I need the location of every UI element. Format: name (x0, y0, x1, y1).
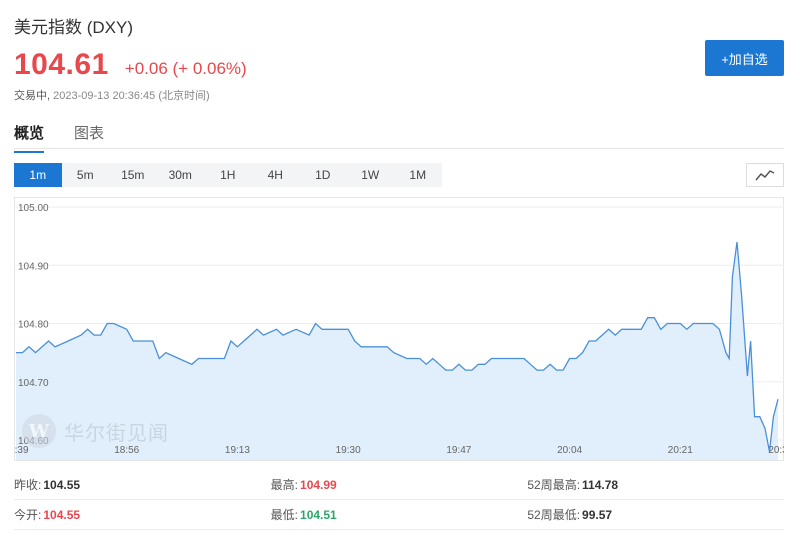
last-price: 104.61 (14, 48, 109, 81)
add-to-watchlist-button[interactable]: +加自选 (705, 40, 784, 76)
stats-row: 昨收: 104.55 最高: 104.99 52周最高: 114.78 (14, 470, 784, 500)
stat-value: 104.55 (43, 478, 81, 492)
stat-value: 104.51 (300, 508, 337, 522)
stat-label: 昨收: (14, 478, 42, 492)
range-1m[interactable]: 1m (14, 163, 62, 187)
stat-52w-high: 52周最高: 114.78 (527, 476, 784, 493)
range-1w[interactable]: 1W (347, 163, 395, 187)
time-range-selector: 1m 5m 15m 30m 1H 4H 1D 1W 1M (14, 163, 442, 187)
stat-label: 52周最高: (527, 478, 581, 492)
range-1d[interactable]: 1D (299, 163, 347, 187)
tabs-divider (14, 148, 784, 149)
range-1mo[interactable]: 1M (394, 163, 442, 187)
y-tick-label: 104.90 (18, 261, 49, 272)
stat-label: 最高: (270, 478, 299, 492)
stat-low: 最低: 104.51 (271, 506, 528, 523)
range-5m[interactable]: 5m (62, 163, 110, 187)
stat-value: 99.57 (582, 508, 613, 522)
stat-label: 今开: (14, 508, 42, 522)
stat-high: 最高: 104.99 (271, 476, 528, 493)
trading-state: 交易中, (14, 90, 51, 102)
range-15m[interactable]: 15m (109, 163, 157, 187)
x-tick-label: 20:3 (768, 445, 784, 456)
stat-52w-low: 52周最低: 99.57 (527, 506, 784, 523)
stat-prev-close: 昨收: 104.55 (14, 476, 271, 493)
x-tick-label: 20:04 (557, 445, 582, 456)
x-tick-label: 19:47 (446, 445, 471, 456)
chart-type-button[interactable] (746, 163, 784, 187)
x-tick-label: 20:21 (668, 445, 693, 456)
x-tick-label: 19:13 (225, 445, 250, 456)
y-tick-label: 104.70 (18, 378, 49, 389)
stat-open: 今开: 104.55 (14, 506, 271, 523)
price-row: 104.61 +0.06 (+ 0.06%) (14, 48, 247, 82)
range-4h[interactable]: 4H (252, 163, 300, 187)
index-title: 美元指数 (DXY) (14, 18, 133, 37)
range-30m[interactable]: 30m (157, 163, 205, 187)
brand-name: 华尔街见闻 (64, 420, 169, 445)
watermark: W 华尔街见闻 (22, 414, 169, 448)
stats-row: 今开: 104.55 最低: 104.51 52周最低: 99.57 (14, 500, 784, 530)
trading-timestamp: 2023-09-13 20:36:45 (北京时间) (53, 90, 210, 102)
y-tick-label: 105.00 (18, 203, 49, 214)
trading-status: 交易中, 2023-09-13 20:36:45 (北京时间) (14, 87, 210, 103)
stat-value: 104.55 (43, 508, 81, 522)
stat-value: 114.78 (582, 478, 619, 492)
range-1h[interactable]: 1H (204, 163, 252, 187)
brand-logo-icon: W (22, 414, 56, 448)
stat-value: 104.99 (300, 478, 337, 492)
line-chart-icon (755, 170, 775, 181)
quote-stats: 昨收: 104.55 最高: 104.99 52周最高: 114.78 今开: 104.… (14, 470, 784, 530)
price-change: +0.06 (+ 0.06%) (124, 59, 247, 78)
stat-label: 最低: (270, 508, 299, 522)
y-tick-label: 104.80 (18, 320, 49, 331)
x-tick-label: 19:30 (336, 445, 361, 456)
stat-label: 52周最低: (527, 508, 581, 522)
